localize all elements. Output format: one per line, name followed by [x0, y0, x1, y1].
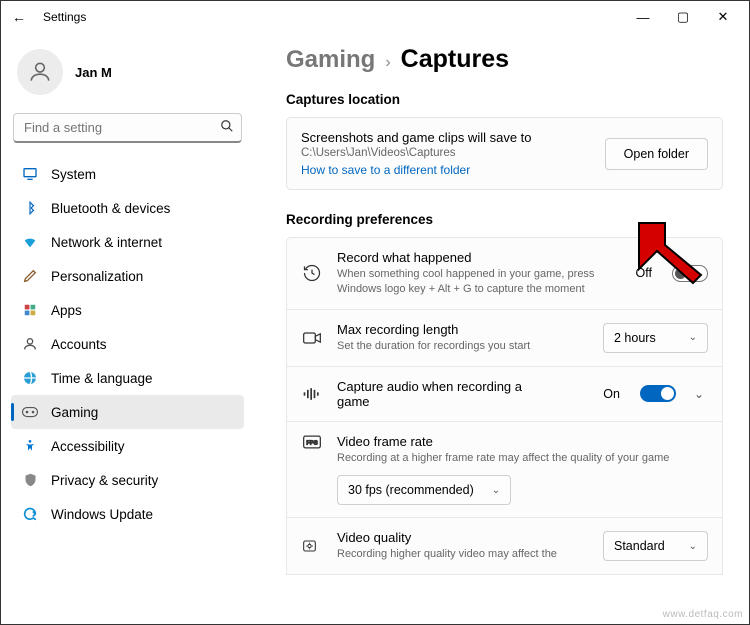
- system-icon: [21, 165, 39, 183]
- maximize-button[interactable]: ▢: [663, 9, 703, 25]
- open-folder-button[interactable]: Open folder: [605, 138, 708, 170]
- sidebar-item-bluetooth[interactable]: Bluetooth & devices: [11, 191, 244, 225]
- minimize-button[interactable]: —: [623, 10, 663, 25]
- globe-icon: [21, 369, 39, 387]
- sidebar-item-label: Time & language: [51, 371, 153, 386]
- accessibility-icon: [21, 437, 39, 455]
- chevron-down-icon: ⌄: [492, 485, 500, 496]
- sidebar-item-gaming[interactable]: Gaming: [11, 395, 244, 429]
- row-title: Max recording length: [337, 322, 589, 337]
- search-input[interactable]: [13, 113, 242, 143]
- toggle-state-label: On: [603, 387, 620, 401]
- accounts-icon: [21, 335, 39, 353]
- shield-icon: [21, 471, 39, 489]
- main-content: Gaming › Captures Captures location Scre…: [256, 33, 749, 624]
- apps-icon: [21, 301, 39, 319]
- record-toggle[interactable]: [672, 265, 708, 282]
- sidebar-item-update[interactable]: Windows Update: [11, 497, 244, 531]
- record-what-happened-row[interactable]: Record what happened When something cool…: [286, 237, 723, 310]
- max-recording-length-row[interactable]: Max recording length Set the duration fo…: [286, 310, 723, 367]
- chevron-down-icon: ⌄: [689, 541, 697, 552]
- update-icon: [21, 505, 39, 523]
- gaming-icon: [21, 403, 39, 421]
- sidebar-item-label: System: [51, 167, 96, 182]
- captures-location-card: Screenshots and game clips will save to …: [286, 117, 723, 190]
- max-length-dropdown[interactable]: 2 hours⌄: [603, 323, 708, 353]
- capture-audio-row[interactable]: Capture audio when recording a game On ⌄: [286, 367, 723, 422]
- bluetooth-icon: [21, 199, 39, 217]
- avatar: [17, 49, 63, 95]
- sidebar-item-label: Privacy & security: [51, 473, 158, 488]
- watermark: www.detfaq.com: [663, 609, 743, 620]
- video-quality-row[interactable]: Video quality Recording higher quality v…: [286, 518, 723, 575]
- recording-prefs-list: Record what happened When something cool…: [286, 237, 723, 575]
- breadcrumb-parent[interactable]: Gaming: [286, 46, 375, 74]
- user-name: Jan M: [75, 65, 112, 80]
- close-button[interactable]: ✕: [703, 9, 743, 25]
- sidebar-item-system[interactable]: System: [11, 157, 244, 191]
- frame-rate-row[interactable]: FPS Video frame rate Recording at a high…: [286, 422, 723, 519]
- row-title: Capture audio when recording a game: [337, 379, 547, 409]
- sidebar-item-label: Network & internet: [51, 235, 162, 250]
- fps-icon: FPS: [301, 434, 323, 450]
- search-icon: [220, 119, 234, 136]
- back-button[interactable]: ←: [7, 9, 31, 25]
- row-desc: When something cool happened in your gam…: [337, 267, 607, 297]
- expand-chevron-icon[interactable]: ⌄: [690, 387, 708, 401]
- recording-prefs-heading: Recording preferences: [286, 212, 723, 227]
- titlebar: ← Settings — ▢ ✕: [1, 1, 749, 33]
- captures-save-text: Screenshots and game clips will save to: [301, 130, 589, 145]
- sidebar-item-label: Gaming: [51, 405, 98, 420]
- sidebar-item-personalization[interactable]: Personalization: [11, 259, 244, 293]
- audio-toggle[interactable]: [640, 385, 676, 402]
- search-box[interactable]: [13, 113, 242, 143]
- sidebar-item-accounts[interactable]: Accounts: [11, 327, 244, 361]
- wifi-icon: [21, 233, 39, 251]
- video-quality-dropdown[interactable]: Standard⌄: [603, 531, 708, 561]
- sidebar-item-privacy[interactable]: Privacy & security: [11, 463, 244, 497]
- frame-rate-dropdown[interactable]: 30 fps (recommended)⌄: [337, 475, 511, 505]
- sidebar-item-label: Windows Update: [51, 507, 153, 522]
- row-title: Record what happened: [337, 250, 622, 265]
- sidebar-item-apps[interactable]: Apps: [11, 293, 244, 327]
- quality-icon: [301, 537, 323, 555]
- row-desc: Recording at a higher frame rate may aff…: [337, 451, 708, 466]
- sidebar-item-label: Apps: [51, 303, 82, 318]
- nav-list: System Bluetooth & devices Network & int…: [11, 157, 244, 531]
- svg-text:FPS: FPS: [306, 440, 317, 446]
- captures-path: C:\Users\Jan\Videos\Captures: [301, 147, 589, 159]
- row-desc: Set the duration for recordings you star…: [337, 339, 589, 354]
- toggle-state-label: Off: [636, 266, 652, 280]
- sidebar-item-label: Personalization: [51, 269, 143, 284]
- chevron-right-icon: ›: [385, 54, 390, 72]
- row-desc: Recording higher quality video may affec…: [337, 547, 589, 562]
- window-title: Settings: [43, 10, 86, 24]
- sidebar: Jan M System Bluetooth & devices Network…: [1, 33, 256, 624]
- captures-location-heading: Captures location: [286, 92, 723, 107]
- user-profile[interactable]: Jan M: [11, 43, 244, 109]
- brush-icon: [21, 267, 39, 285]
- audio-icon: [301, 386, 323, 402]
- video-icon: [301, 329, 323, 347]
- page-title: Captures: [401, 45, 509, 74]
- history-icon: [301, 263, 323, 283]
- how-to-save-link[interactable]: How to save to a different folder: [301, 163, 589, 177]
- sidebar-item-time[interactable]: Time & language: [11, 361, 244, 395]
- row-title: Video quality: [337, 530, 589, 545]
- sidebar-item-accessibility[interactable]: Accessibility: [11, 429, 244, 463]
- sidebar-item-network[interactable]: Network & internet: [11, 225, 244, 259]
- sidebar-item-label: Accessibility: [51, 439, 125, 454]
- sidebar-item-label: Bluetooth & devices: [51, 201, 170, 216]
- row-title: Video frame rate: [337, 434, 708, 449]
- breadcrumb: Gaming › Captures: [286, 45, 723, 74]
- sidebar-item-label: Accounts: [51, 337, 107, 352]
- chevron-down-icon: ⌄: [689, 332, 697, 343]
